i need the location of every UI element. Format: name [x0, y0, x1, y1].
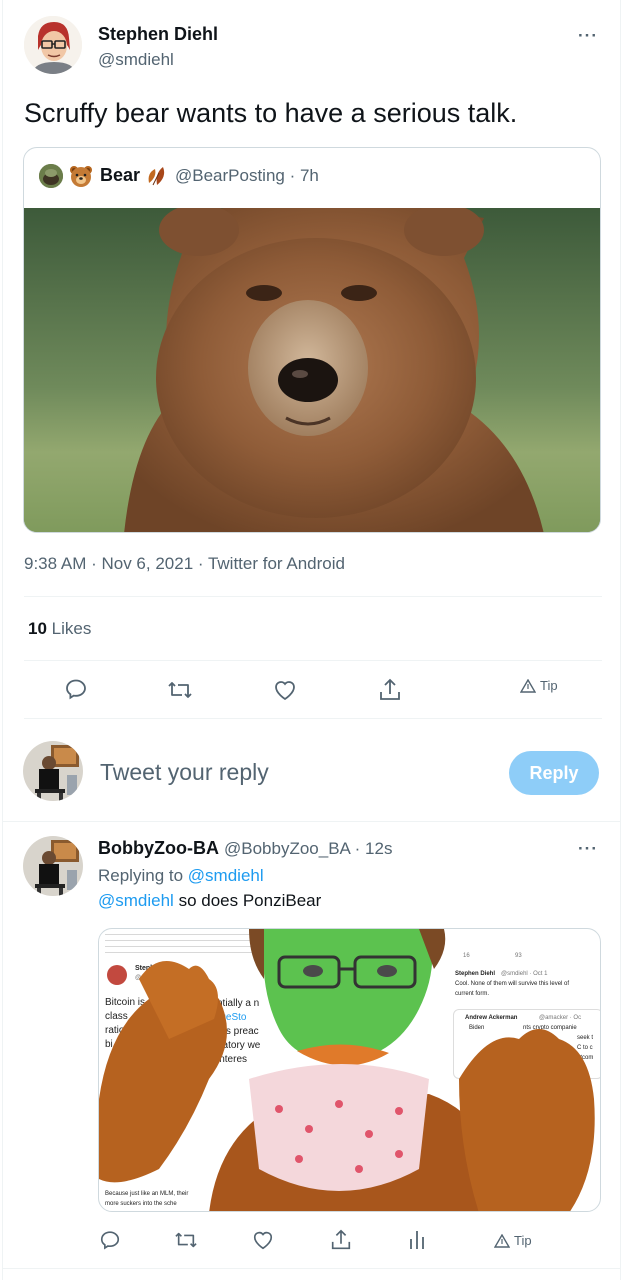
- divider: [24, 660, 602, 661]
- reply-image[interactable]: Stephen Diehl @smdiehl Bitcoin is class …: [98, 928, 601, 1212]
- reply-tip-icon: [493, 1233, 511, 1248]
- author-name[interactable]: Stephen Diehl: [98, 24, 218, 45]
- bear-emoji-icon: [69, 164, 93, 188]
- author-handle[interactable]: @smdiehl: [98, 50, 174, 70]
- leaves-emoji-icon: [145, 165, 169, 187]
- tweet-timestamp[interactable]: 9:38 AM · Nov 6, 2021 · Twitter for Andr…: [24, 554, 345, 574]
- tip-icon: [519, 678, 537, 693]
- reply-tweet-retweet-icon[interactable]: [173, 1229, 199, 1251]
- quoted-author-avatar: [39, 164, 63, 188]
- author-avatar[interactable]: [24, 16, 82, 74]
- replying-to: Replying to @smdiehl: [98, 866, 264, 886]
- retweet-icon[interactable]: [166, 678, 194, 702]
- reply-author-avatar[interactable]: [23, 836, 83, 896]
- analytics-icon[interactable]: [408, 1229, 426, 1251]
- reply-text: @smdiehl so does PonziBear: [98, 891, 321, 911]
- reply-icon[interactable]: [64, 677, 88, 701]
- reply-author-name[interactable]: BobbyZoo-BA: [98, 838, 219, 859]
- reply-input[interactable]: Tweet your reply: [100, 759, 269, 786]
- divider: [3, 1268, 621, 1269]
- reply-tweet-reply-icon[interactable]: [99, 1229, 121, 1251]
- tip-label: Tip: [540, 678, 558, 693]
- quoted-tweet-card[interactable]: Bear @BearPosting · 7h: [23, 147, 601, 533]
- quoted-author-name: Bear: [100, 165, 141, 185]
- reply-button[interactable]: Reply: [509, 751, 599, 795]
- share-icon[interactable]: [377, 677, 403, 703]
- tip-button[interactable]: Tip: [519, 678, 558, 693]
- divider: [24, 596, 602, 597]
- fozzie-puppet-overlay: [99, 929, 595, 1211]
- replying-to-handle[interactable]: @smdiehl: [188, 866, 264, 885]
- reply-tweet-share-icon[interactable]: [329, 1228, 353, 1252]
- bear-photo[interactable]: [24, 208, 600, 532]
- more-options-icon[interactable]: ···: [578, 26, 598, 46]
- tweet-text: Scruffy bear wants to have a serious tal…: [24, 98, 518, 128]
- likes-label: Likes: [51, 619, 92, 638]
- reply-tip-button[interactable]: Tip: [493, 1233, 532, 1248]
- likes-count[interactable]: 10 Likes: [28, 619, 91, 639]
- reply-body: so does PonziBear: [178, 891, 322, 910]
- reply-tip-label: Tip: [514, 1233, 532, 1248]
- reply-more-options-icon[interactable]: ···: [578, 839, 598, 859]
- divider: [3, 821, 621, 822]
- replying-to-prefix: Replying to: [98, 866, 184, 885]
- reply-button-label: Reply: [529, 762, 579, 783]
- divider: [24, 718, 602, 719]
- user-avatar[interactable]: [23, 741, 83, 801]
- reply-mention[interactable]: @smdiehl: [98, 891, 174, 910]
- like-icon[interactable]: [272, 678, 298, 702]
- likes-number: 10: [28, 619, 47, 638]
- quoted-author-handle-time: @BearPosting · 7h: [175, 166, 319, 185]
- reply-tweet-like-icon[interactable]: [251, 1229, 275, 1251]
- reply-author-handle-time[interactable]: @BobbyZoo_BA · 12s: [224, 839, 392, 859]
